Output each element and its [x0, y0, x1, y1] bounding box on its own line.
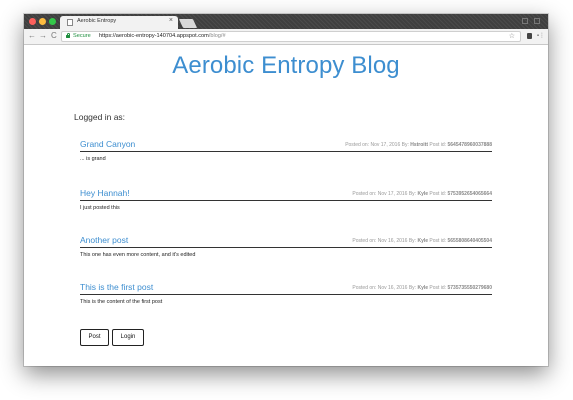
post-body: I just posted this: [80, 205, 120, 211]
back-button[interactable]: ←: [28, 32, 36, 40]
browser-toolbar: ← → C Secure https://aerobic-entropy-140…: [24, 29, 548, 45]
post-meta: Posted on: Nov 16, 2016 By: Kyle Post id…: [352, 238, 492, 244]
post-meta: Posted on: Nov 17, 2016 By: Kyle Post id…: [352, 191, 492, 197]
address-bar[interactable]: Secure https://aerobic-entropy-140704.ap…: [61, 31, 521, 42]
window-control-icon[interactable]: [534, 18, 540, 24]
post-header: This is the first post Posted on: Nov 16…: [80, 282, 492, 295]
tab-title: Aerobic Entropy: [77, 18, 117, 24]
post-author: Kyle: [417, 285, 429, 291]
post-body: This is the content of the first post: [80, 299, 163, 305]
post-meta: Posted on: Nov 16, 2016 By: Kyle Post id…: [352, 285, 492, 291]
post-id: 5753952654065664: [447, 191, 493, 197]
url-host: https://aerobic-entropy-140704.appspot.c…: [99, 33, 209, 39]
new-tab-button[interactable]: [178, 19, 198, 28]
lock-icon: [66, 33, 70, 38]
post-title-link[interactable]: Hey Hannah!: [80, 188, 130, 198]
post-body: ... is grand: [80, 156, 106, 162]
post-meta: Posted on: Nov 17, 2016 By: Hstroitt Pos…: [345, 142, 492, 148]
close-window-button[interactable]: [29, 18, 36, 25]
reload-button[interactable]: C: [51, 32, 57, 40]
browser-tab[interactable]: Aerobic Entropy ×: [60, 16, 178, 29]
post-button[interactable]: Post: [80, 329, 109, 346]
blog-post: Hey Hannah! Posted on: Nov 17, 2016 By: …: [80, 188, 492, 211]
post-id: 5645478960037888: [447, 142, 493, 148]
bookmark-star-icon[interactable]: ☆: [509, 32, 515, 40]
post-date: Nov 17, 2016: [370, 142, 401, 148]
post-header: Hey Hannah! Posted on: Nov 17, 2016 By: …: [80, 188, 492, 201]
page-content: Aerobic Entropy Blog Logged in as: Grand…: [24, 45, 548, 366]
post-title-link[interactable]: This is the first post: [80, 282, 153, 292]
page-title: Aerobic Entropy Blog: [172, 52, 400, 79]
post-date: Nov 16, 2016: [377, 238, 408, 244]
page-icon: [67, 19, 73, 26]
url-path: /blog/#: [208, 33, 226, 39]
post-author: Hstroitt: [410, 142, 429, 148]
post-header: Another post Posted on: Nov 16, 2016 By:…: [80, 235, 492, 248]
post-id: 5735735550279680: [447, 285, 493, 291]
post-author: Kyle: [417, 191, 429, 197]
blog-post: This is the first post Posted on: Nov 16…: [80, 282, 492, 305]
post-id: 5655808640405504: [447, 238, 493, 244]
browser-window: Aerobic Entropy × ← → C Secure https://a…: [24, 14, 548, 366]
post-title-link[interactable]: Grand Canyon: [80, 139, 135, 149]
post-date: Nov 17, 2016: [377, 191, 408, 197]
window-control-icon[interactable]: [522, 18, 528, 24]
login-button[interactable]: Login: [112, 329, 144, 346]
post-body: This one has even more content, and it's…: [80, 252, 196, 258]
secure-label: Secure: [73, 33, 91, 39]
blog-post: Grand Canyon Posted on: Nov 17, 2016 By:…: [80, 139, 492, 162]
tab-close-icon[interactable]: ×: [169, 17, 173, 24]
menu-icon[interactable]: ⋮: [539, 33, 545, 39]
post-header: Grand Canyon Posted on: Nov 17, 2016 By:…: [80, 139, 492, 152]
forward-button[interactable]: →: [39, 32, 47, 40]
post-author: Kyle: [417, 238, 429, 244]
maximize-window-button[interactable]: [49, 18, 56, 25]
post-title-link[interactable]: Another post: [80, 235, 128, 245]
extension-icon[interactable]: [527, 33, 532, 39]
title-bar: Aerobic Entropy ×: [24, 14, 548, 29]
post-date: Nov 16, 2016: [377, 285, 408, 291]
url-text[interactable]: https://aerobic-entropy-140704.appspot.c…: [99, 33, 226, 39]
blog-post: Another post Posted on: Nov 16, 2016 By:…: [80, 235, 492, 258]
minimize-window-button[interactable]: [39, 18, 46, 25]
logged-in-label: Logged in as:: [74, 112, 126, 122]
